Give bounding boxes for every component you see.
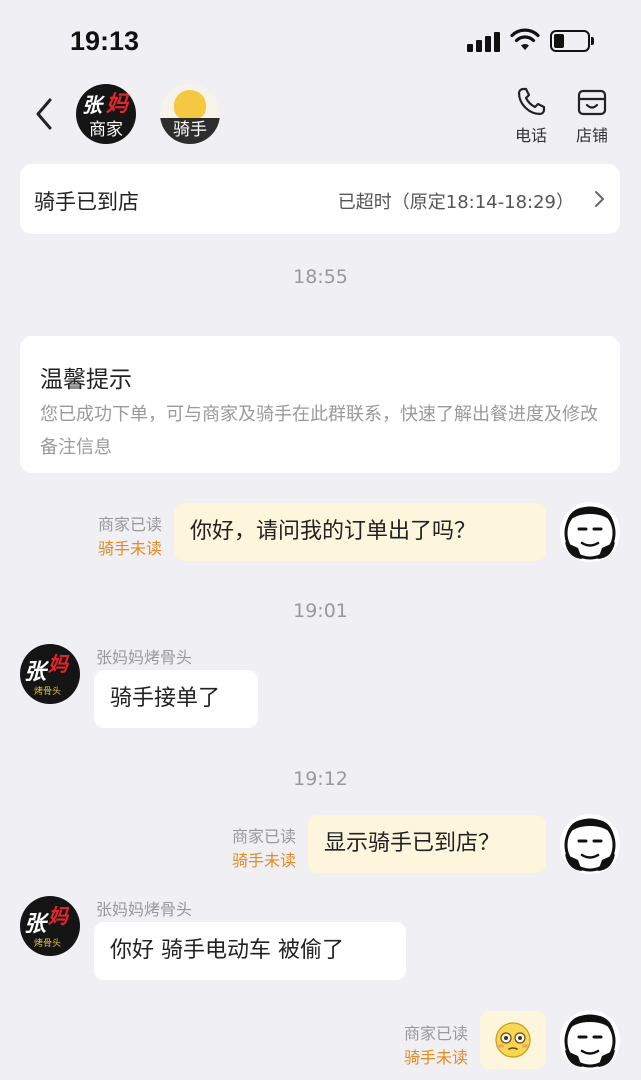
- phone-icon: [517, 87, 546, 116]
- time-separator: 18:55: [293, 266, 348, 288]
- tip-card: 温馨提示 您已成功下单，可与商家及骑手在此群联系，快速了解出餐进度及修改备注信息: [20, 336, 620, 473]
- status-time: 19:13: [70, 26, 140, 56]
- flushed-emoji-icon: [495, 1022, 531, 1058]
- user-avatar[interactable]: [560, 502, 620, 562]
- phone-label: 电话: [514, 126, 547, 145]
- wifi-icon: [510, 28, 540, 50]
- rider-unread-label: 骑手未读: [403, 1048, 468, 1067]
- chevron-right-icon: [595, 191, 604, 207]
- message-bubble-outgoing[interactable]: 显示骑手已到店？: [308, 815, 546, 873]
- message-bubble-outgoing[interactable]: 你好，请问我的订单出了吗？: [174, 503, 546, 561]
- read-status: 商家已读 骑手未读: [386, 1022, 468, 1070]
- store-icon: [577, 89, 607, 116]
- order-status-title: 骑手已到店: [34, 190, 139, 214]
- tip-body: 您已成功下单，可与商家及骑手在此群联系，快速了解出餐进度及修改备注信息: [40, 404, 598, 458]
- signal-icon: [467, 30, 503, 52]
- meme-face-icon: [564, 506, 616, 560]
- store-button[interactable]: 店铺: [567, 86, 617, 146]
- merchant-logo: 张: [82, 93, 102, 117]
- phone-button[interactable]: 电话: [506, 86, 556, 146]
- time-separator: 19:12: [293, 768, 348, 790]
- rider-tag: 骑手: [173, 120, 207, 140]
- shop-avatar[interactable]: 张妈烤骨头: [20, 896, 80, 956]
- rider-unread-label: 骑手未读: [97, 539, 162, 558]
- order-overtime-text: 已超时（原定18:14-18:29）: [337, 192, 574, 213]
- merchant-avatar[interactable]: 张 妈 商家: [76, 84, 136, 144]
- status-bar: 19:13: [0, 0, 641, 80]
- meme-face-icon: [564, 818, 616, 872]
- message-bubble-incoming[interactable]: 你好 骑手电动车 被偷了: [94, 922, 406, 980]
- shop-avatar[interactable]: 张妈烤骨头: [20, 644, 80, 704]
- sender-name: 张妈妈烤骨头: [96, 900, 193, 919]
- read-status: 商家已读 骑手未读: [214, 825, 296, 873]
- battery-icon: [550, 30, 594, 52]
- store-label: 店铺: [575, 126, 608, 145]
- rider-unread-label: 骑手未读: [231, 851, 296, 870]
- merchant-read-label: 商家已读: [403, 1024, 468, 1043]
- chat-header: 张 妈 商家 骑手 电话 店铺: [0, 80, 641, 150]
- merchant-read-label: 商家已读: [97, 515, 162, 534]
- message-bubble-incoming[interactable]: 骑手接单了: [94, 670, 258, 728]
- merchant-tag: 商家: [89, 120, 123, 140]
- merchant-read-label: 商家已读: [231, 827, 296, 846]
- tip-title: 温馨提示: [40, 367, 132, 393]
- message-bubble-outgoing[interactable]: [480, 1011, 546, 1069]
- merchant-logo-mark: 妈: [106, 91, 129, 117]
- read-status: 商家已读 骑手未读: [80, 513, 162, 561]
- rider-avatar[interactable]: 骑手: [160, 84, 220, 144]
- meme-face-icon: [564, 1014, 616, 1068]
- back-icon[interactable]: [30, 92, 60, 136]
- sender-name: 张妈妈烤骨头: [96, 648, 193, 667]
- time-separator: 19:01: [293, 600, 348, 622]
- user-avatar[interactable]: [560, 814, 620, 874]
- user-avatar[interactable]: [560, 1010, 620, 1070]
- order-status-card[interactable]: 骑手已到店 已超时（原定18:14-18:29）: [20, 164, 620, 234]
